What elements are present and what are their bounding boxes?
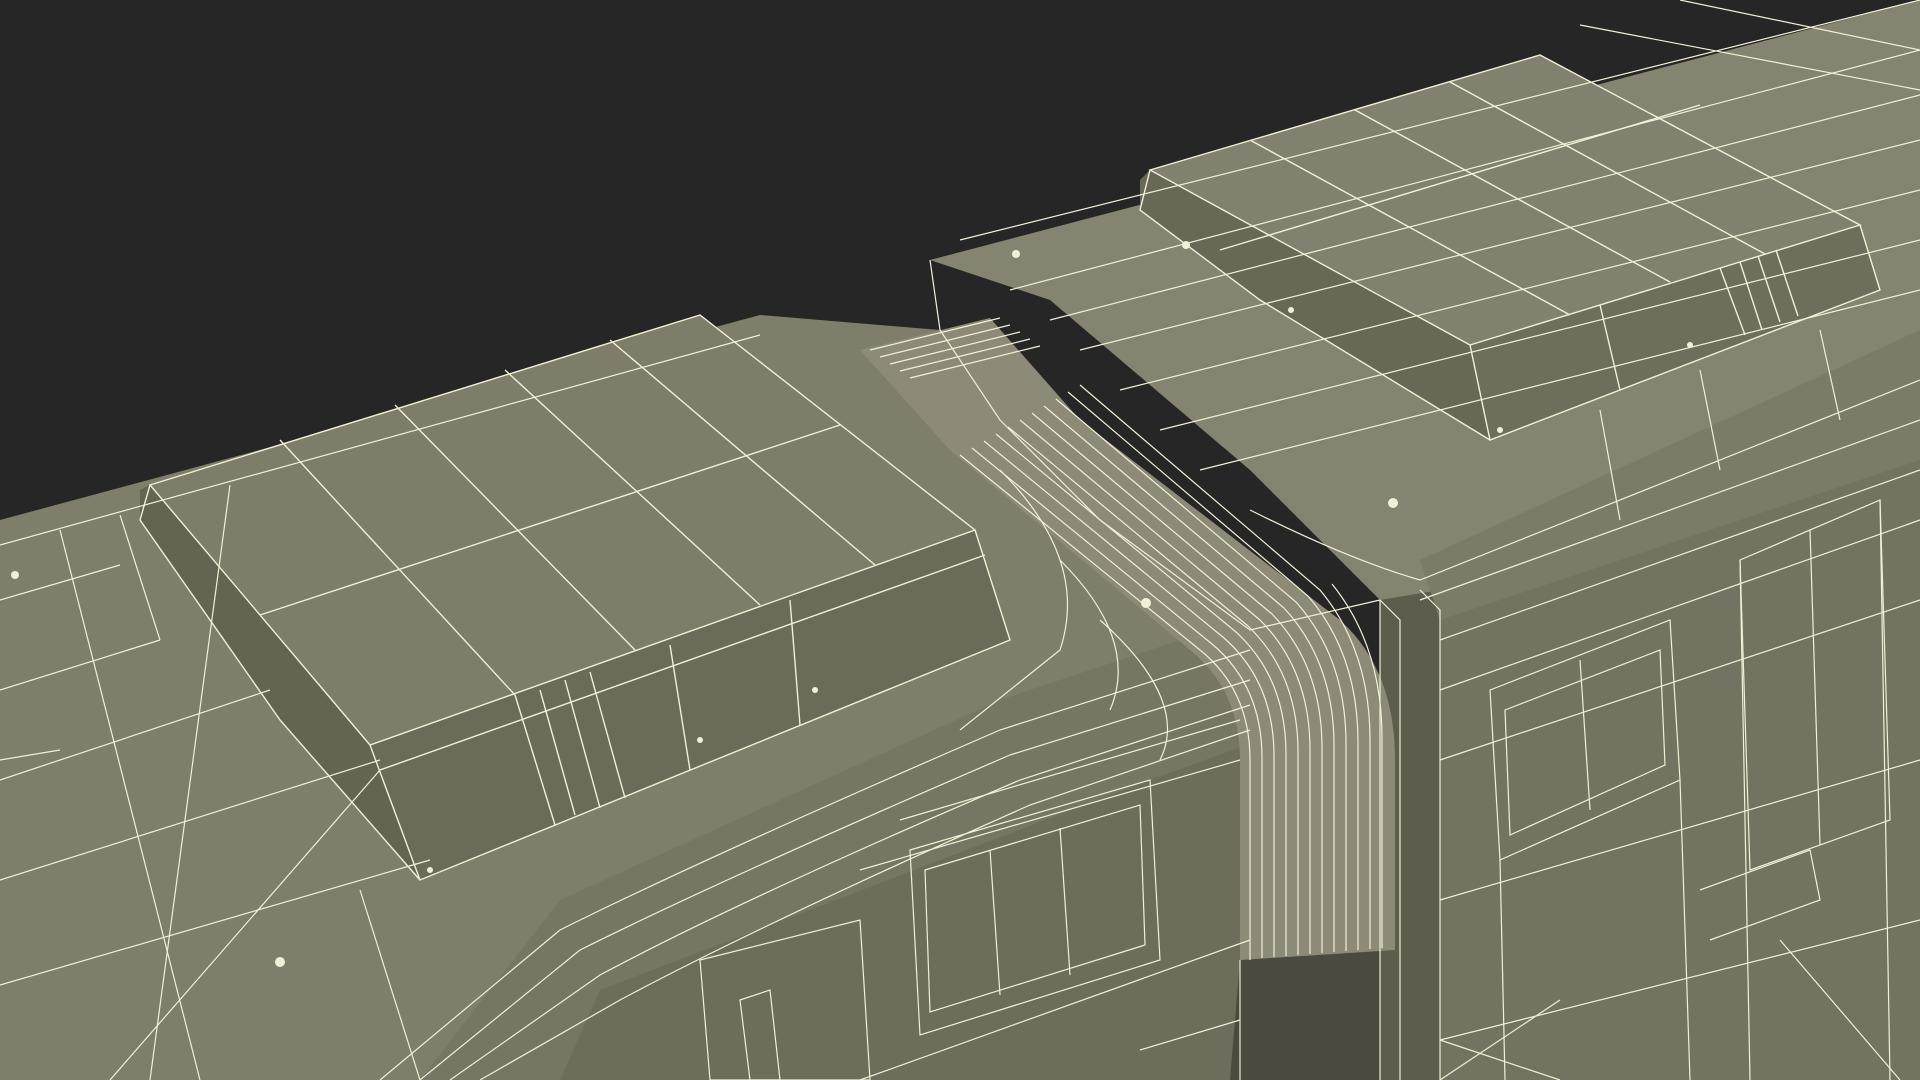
gangway-gap-shadow [1230, 940, 1380, 1080]
render-viewport [0, 0, 1920, 1080]
railcar-wireframe-render [0, 0, 1920, 1080]
